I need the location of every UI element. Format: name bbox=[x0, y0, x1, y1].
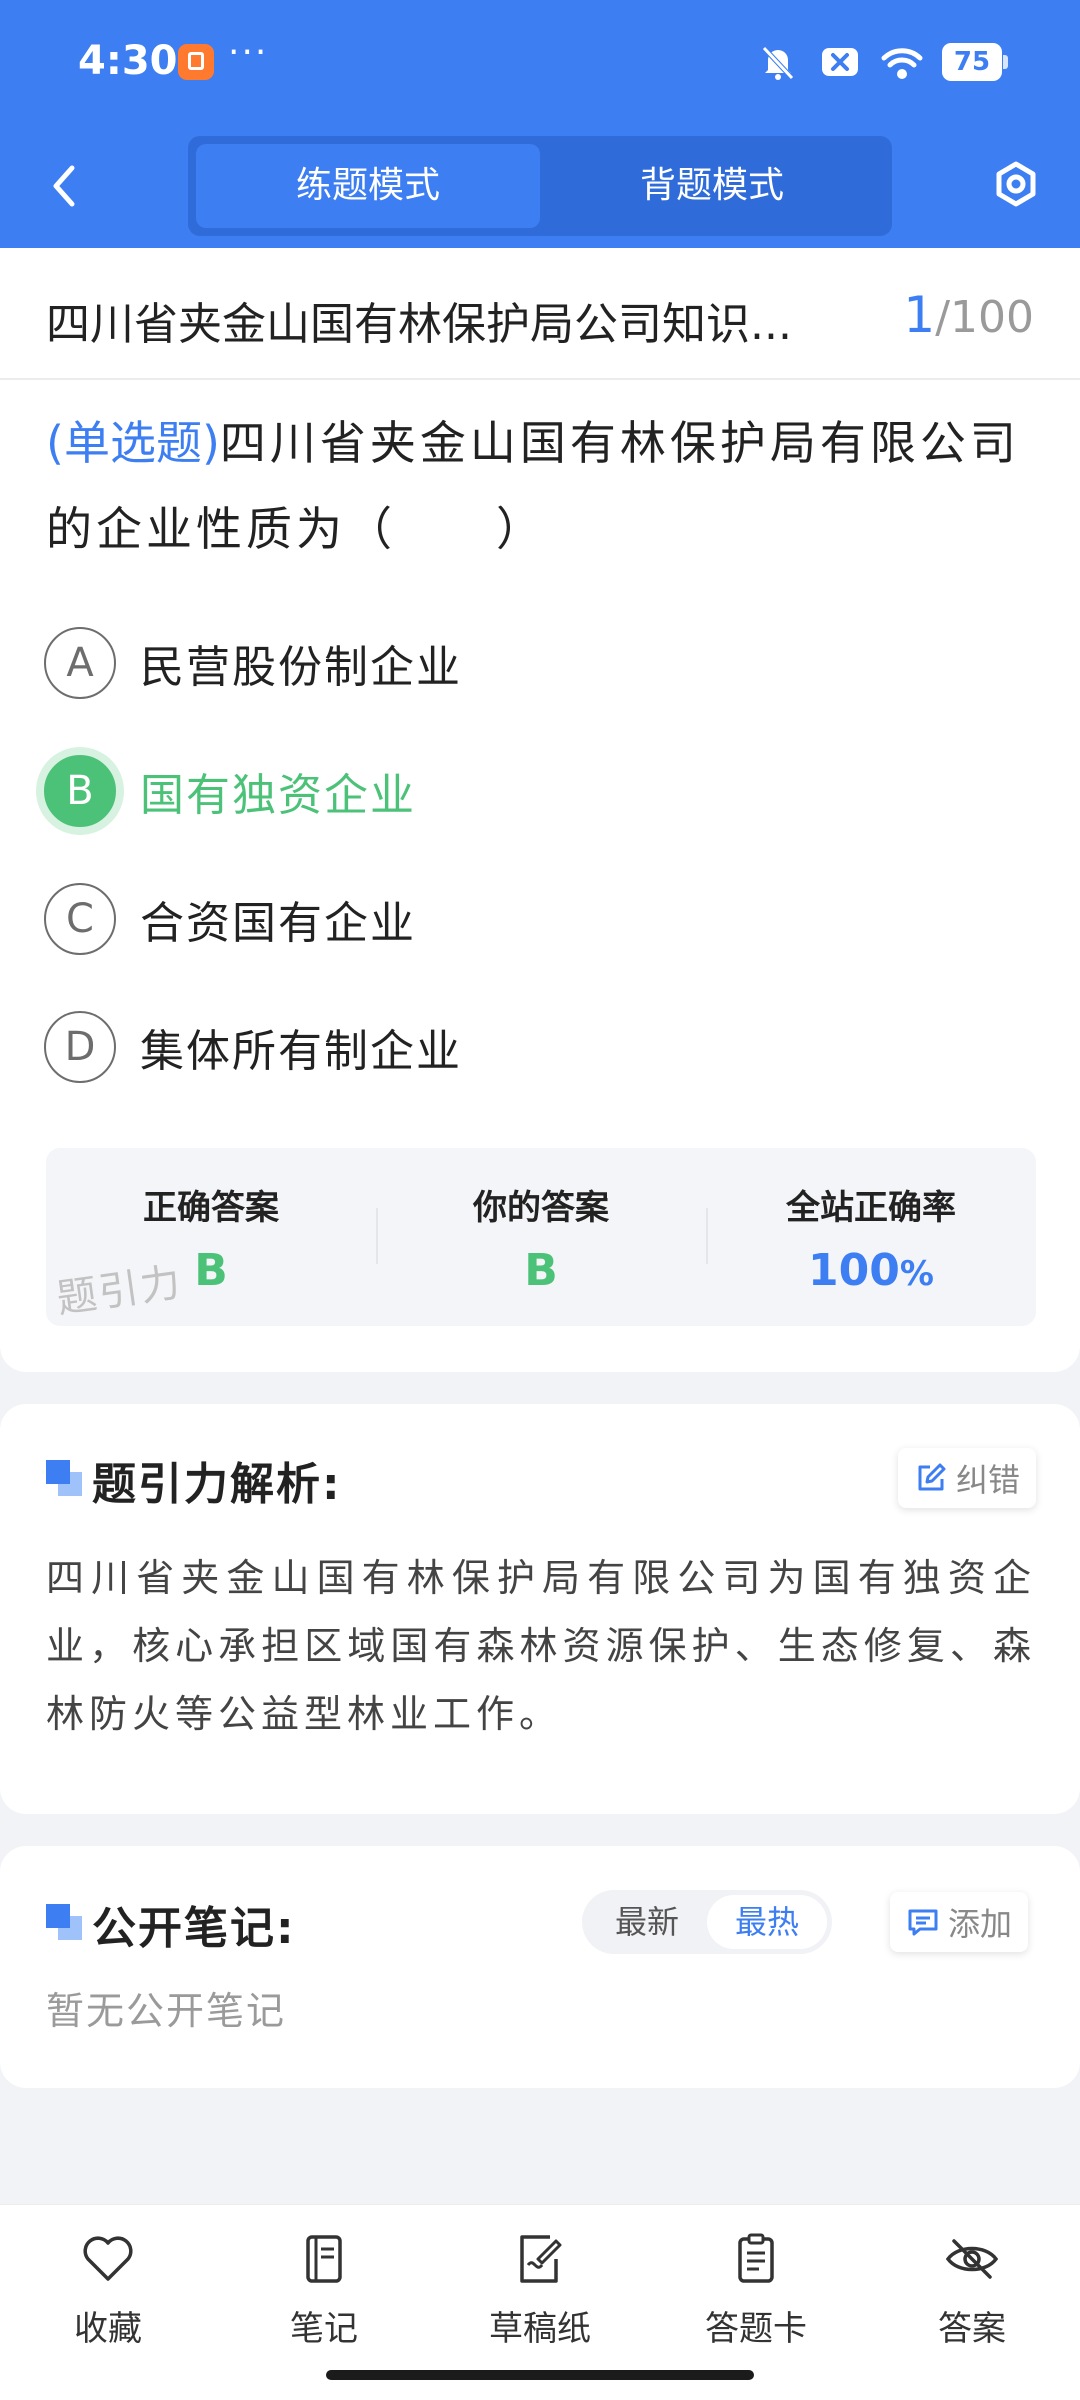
stat-label: 你的答案 bbox=[473, 1188, 609, 1228]
draft-paper-icon bbox=[520, 2235, 562, 2283]
wifi-icon bbox=[881, 48, 923, 79]
option-a[interactable]: A 民营股份制企业 bbox=[44, 618, 1024, 708]
tab-practice-mode[interactable]: 练题模式 bbox=[196, 144, 540, 228]
draft-paper-button[interactable]: 草稿纸 bbox=[460, 2229, 620, 2350]
favorite-button[interactable]: 收藏 bbox=[28, 2229, 188, 2350]
mute-bell-icon bbox=[762, 46, 794, 80]
battery-icon: 75 bbox=[942, 43, 1008, 81]
answer-stats: 正确答案 B 题引力 你的答案 B 全站正确率 100% bbox=[46, 1148, 1036, 1326]
rate-unit: % bbox=[899, 1254, 934, 1294]
notes-empty-text: 暂无公开笔记 bbox=[46, 1989, 287, 2033]
notes-button[interactable]: 笔记 bbox=[244, 2229, 404, 2350]
add-note-button[interactable]: 添加 bbox=[890, 1892, 1029, 1952]
option-c[interactable]: C 合资国有企业 bbox=[44, 874, 1024, 964]
notification-block-icon bbox=[822, 48, 858, 76]
notes-sort-toggle: 最新 最热 bbox=[582, 1890, 832, 1954]
comment-icon bbox=[908, 1909, 938, 1936]
question-type: (单选题) bbox=[46, 416, 220, 470]
sort-latest[interactable]: 最新 bbox=[587, 1895, 707, 1949]
eye-off-icon bbox=[945, 2239, 999, 2279]
app-notification-icon bbox=[178, 44, 214, 80]
tool-label: 草稿纸 bbox=[489, 2309, 591, 2349]
add-note-label: 添加 bbox=[948, 1905, 1013, 1943]
tool-label: 答案 bbox=[938, 2309, 1006, 2349]
more-notifications-icon: ··· bbox=[228, 32, 269, 73]
option-text: 国有独资企业 bbox=[140, 770, 416, 821]
tool-label: 答题卡 bbox=[705, 2309, 807, 2349]
exam-title: 四川省夹金山国有林保护局公司知识... bbox=[46, 299, 792, 350]
sort-hottest[interactable]: 最热 bbox=[707, 1895, 827, 1949]
current-question-number: 1 bbox=[903, 286, 936, 344]
answer-card-button[interactable]: 答题卡 bbox=[676, 2229, 836, 2350]
stat-your-answer: 你的答案 B bbox=[376, 1148, 706, 1326]
notebook-icon bbox=[306, 2235, 342, 2283]
option-letter: C bbox=[44, 883, 116, 955]
home-indicator[interactable] bbox=[326, 2370, 754, 2380]
battery-level: 75 bbox=[942, 43, 1002, 81]
back-icon[interactable] bbox=[36, 154, 92, 218]
total-questions: /100 bbox=[935, 292, 1034, 343]
question-stem: (单选题)四川省夹金山国有林保护局有限公司的企业性质为（ ） bbox=[46, 400, 1038, 572]
status-time: 4:30 bbox=[78, 38, 178, 84]
tool-label: 笔记 bbox=[290, 2309, 358, 2349]
rate-number: 100 bbox=[808, 1245, 900, 1296]
report-error-label: 纠错 bbox=[956, 1461, 1021, 1499]
heart-icon bbox=[83, 2236, 133, 2281]
section-squares-icon bbox=[46, 1904, 82, 1940]
stat-value: B bbox=[524, 1245, 558, 1296]
question-card: 四川省夹金山国有林保护局公司知识... 1/100 (单选题)四川省夹金山国有林… bbox=[0, 248, 1080, 1372]
edit-icon bbox=[918, 1463, 946, 1491]
option-d[interactable]: D 集体所有制企业 bbox=[44, 1002, 1024, 1092]
notes-title: 公开笔记: bbox=[92, 1903, 296, 1954]
option-b[interactable]: B 国有独资企业 bbox=[44, 746, 1024, 836]
tool-label: 收藏 bbox=[74, 2309, 142, 2349]
notes-card: 公开笔记: 最新 最热 添加 暂无公开笔记 bbox=[0, 1846, 1080, 2088]
stat-label: 全站正确率 bbox=[786, 1188, 956, 1228]
stat-label: 正确答案 bbox=[143, 1188, 279, 1228]
analysis-title: 题引力解析: bbox=[92, 1459, 342, 1510]
tab-memorize-mode[interactable]: 背题模式 bbox=[540, 144, 884, 228]
stat-value: 100% bbox=[706, 1245, 1036, 1296]
stat-correct-answer: 正确答案 B 题引力 bbox=[46, 1148, 376, 1326]
analysis-card: 题引力解析: 纠错 四川省夹金山国有林保护局有限公司为国有独资企业，核心承担区域… bbox=[0, 1404, 1080, 1814]
stat-accuracy-rate: 全站正确率 100% bbox=[706, 1148, 1036, 1326]
option-letter: B bbox=[44, 755, 116, 827]
exam-header: 四川省夹金山国有林保护局公司知识... 1/100 bbox=[0, 248, 1080, 380]
show-answer-button[interactable]: 答案 bbox=[892, 2229, 1052, 2350]
question-progress: 1/100 bbox=[903, 286, 1034, 344]
mode-switch: 练题模式 背题模式 bbox=[188, 136, 892, 236]
status-bar: 4:30 ··· 75 bbox=[0, 0, 1080, 124]
report-error-button[interactable]: 纠错 bbox=[898, 1448, 1037, 1508]
settings-icon[interactable] bbox=[988, 152, 1044, 216]
option-letter: D bbox=[44, 1011, 116, 1083]
option-text: 集体所有制企业 bbox=[140, 1026, 462, 1077]
answer-card-icon bbox=[738, 2233, 774, 2283]
nav-bar: 练题模式 背题模式 bbox=[0, 124, 1080, 248]
section-squares-icon bbox=[46, 1460, 82, 1496]
option-text: 民营股份制企业 bbox=[140, 642, 462, 693]
analysis-text: 四川省夹金山国有林保护局有限公司为国有独资企业，核心承担区域国有森林资源保护、生… bbox=[46, 1556, 1036, 1736]
option-letter: A bbox=[44, 627, 116, 699]
option-text: 合资国有企业 bbox=[140, 898, 416, 949]
header: 4:30 ··· 75 练题模式 背题模式 bbox=[0, 0, 1080, 248]
